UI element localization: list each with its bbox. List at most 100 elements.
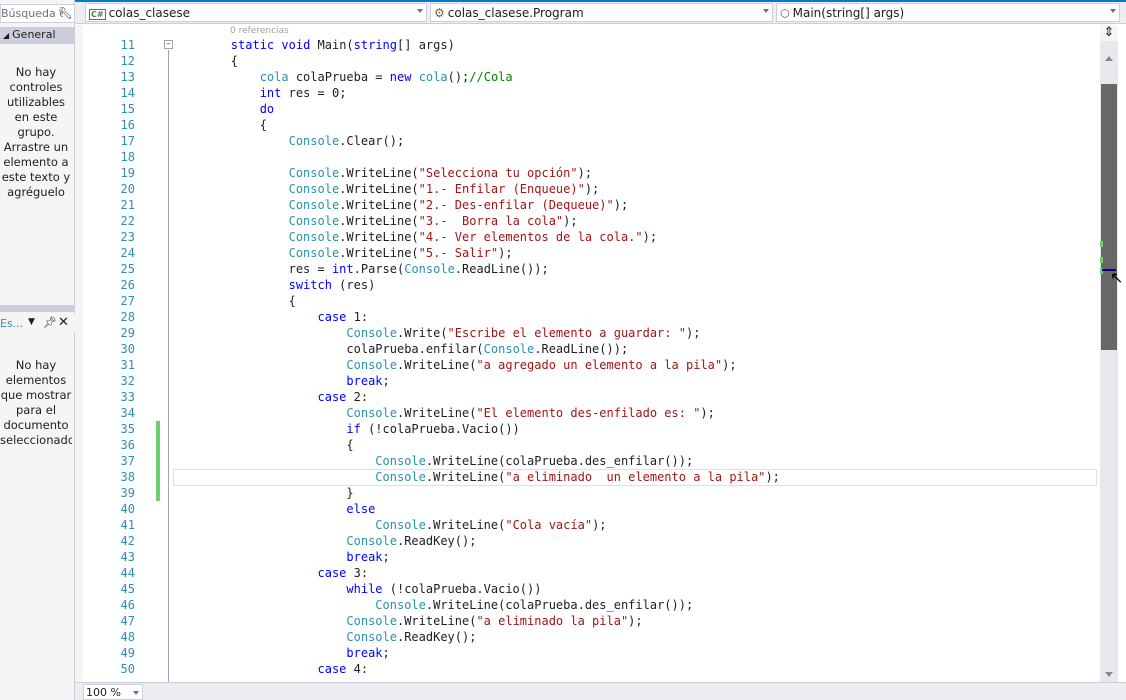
code-line[interactable]: 14 int res = 0;	[100, 85, 1100, 101]
code-line[interactable]: 23 Console.WriteLine("4.- Ver elementos …	[100, 229, 1100, 245]
code-line[interactable]: 40 else	[100, 501, 1100, 517]
code-text[interactable]: colaPrueba.enfilar(Console.ReadLine());	[173, 341, 628, 357]
code-line[interactable]: 36 {	[100, 437, 1100, 453]
member-dropdown[interactable]: ⬡ Main(string[] args)	[776, 3, 1120, 22]
code-line[interactable]: 32 break;	[100, 373, 1100, 389]
code-line[interactable]: 27 {	[100, 293, 1100, 309]
code-line[interactable]: 50 case 4:	[100, 661, 1100, 677]
code-line[interactable]: 39 }	[100, 485, 1100, 501]
code-text[interactable]: do	[173, 101, 274, 117]
code-text[interactable]: Console.WriteLine("1.- Enfilar (Enqueue)…	[173, 181, 600, 197]
code-text[interactable]: {	[173, 437, 353, 453]
code-text[interactable]: static void Main(string[] args)	[173, 37, 455, 53]
code-text[interactable]: Console.WriteLine("El elemento des-enfil…	[173, 405, 714, 421]
code-text[interactable]: Console.WriteLine("5.- Salir");	[173, 245, 513, 261]
code-line[interactable]: 46 Console.WriteLine(colaPrueba.des_enfi…	[100, 597, 1100, 613]
code-line[interactable]: 20 Console.WriteLine("1.- Enfilar (Enque…	[100, 181, 1100, 197]
code-text[interactable]: Console.ReadKey();	[173, 533, 476, 549]
code-text[interactable]: Console.WriteLine("3.- Borra la cola");	[173, 213, 578, 229]
close-icon[interactable]: ✕	[58, 315, 69, 330]
code-line[interactable]: 17 Console.Clear();	[100, 133, 1100, 149]
code-text[interactable]: else	[173, 501, 375, 517]
vertical-scrollbar[interactable]: ⇕	[1100, 25, 1118, 682]
code-line[interactable]: 24 Console.WriteLine("5.- Salir");	[100, 245, 1100, 261]
code-line[interactable]: 28 case 1:	[100, 309, 1100, 325]
code-text[interactable]: case 1:	[173, 309, 369, 325]
code-text[interactable]: break;	[173, 645, 389, 661]
code-text[interactable]: Console.WriteLine("a eliminado la pila")…	[173, 613, 642, 629]
code-text[interactable]: {	[173, 293, 296, 309]
code-line[interactable]: 11 static void Main(string[] args)	[100, 37, 1100, 53]
code-text[interactable]: cola colaPrueba = new cola();//Cola	[173, 69, 513, 85]
codelens-references[interactable]: 0 referencias	[230, 26, 289, 36]
code-line[interactable]: 48 Console.ReadKey();	[100, 629, 1100, 645]
scrollbar-thumb[interactable]	[1101, 84, 1117, 350]
code-line[interactable]: 12 {	[100, 53, 1100, 69]
code-line[interactable]: 13 cola colaPrueba = new cola();//Cola	[100, 69, 1100, 85]
split-window-icon[interactable]: ⇕	[1100, 25, 1118, 41]
code-line[interactable]: 29 Console.Write("Escribe el elemento a …	[100, 325, 1100, 341]
code-editor[interactable]: 0 referencias – 11 static void Main(stri…	[100, 25, 1100, 682]
toolbox-search-input[interactable]: Búsqueda e 🔧︎	[0, 4, 75, 23]
code-line[interactable]: 31 Console.WriteLine("a agregado un elem…	[100, 357, 1100, 373]
code-line[interactable]: 47 Console.WriteLine("a eliminado la pil…	[100, 613, 1100, 629]
toolbox-group-general[interactable]: ◢ General	[0, 27, 75, 44]
code-line[interactable]: 38 Console.WriteLine("a eliminado un ele…	[100, 469, 1100, 485]
code-line[interactable]: 25 res = int.Parse(Console.ReadLine());	[100, 261, 1100, 277]
code-text[interactable]: Console.Write("Escribe el elemento a gua…	[173, 325, 700, 341]
code-line[interactable]: 18	[100, 149, 1100, 165]
scroll-down-icon[interactable]	[1105, 672, 1113, 677]
code-text[interactable]: int res = 0;	[173, 85, 347, 101]
code-line[interactable]: 44 case 3:	[100, 565, 1100, 581]
code-text[interactable]: {	[173, 117, 267, 133]
code-text[interactable]: Console.WriteLine("a eliminado un elemen…	[173, 469, 780, 485]
code-line[interactable]: 45 while (!colaPrueba.Vacio())	[100, 581, 1100, 597]
chevron-down-icon[interactable]	[763, 9, 769, 13]
wrench-icon[interactable]: 🔧︎	[58, 6, 73, 20]
code-text[interactable]: Console.WriteLine("Cola vacía");	[173, 517, 606, 533]
code-text[interactable]: Console.WriteLine("Selecciona tu opción"…	[173, 165, 592, 181]
code-text[interactable]: res = int.Parse(Console.ReadLine());	[173, 261, 549, 277]
code-line[interactable]: 43 break;	[100, 549, 1100, 565]
chevron-down-icon[interactable]: ▼	[28, 317, 35, 327]
chevron-down-icon[interactable]	[417, 9, 423, 13]
panel-splitter[interactable]	[0, 305, 75, 312]
code-line[interactable]: 42 Console.ReadKey();	[100, 533, 1100, 549]
code-line[interactable]: 41 Console.WriteLine("Cola vacía");	[100, 517, 1100, 533]
code-line[interactable]: 33 case 2:	[100, 389, 1100, 405]
code-text[interactable]: case 3:	[173, 565, 369, 581]
code-text[interactable]: {	[173, 53, 238, 69]
code-line[interactable]: 49 break;	[100, 645, 1100, 661]
chevron-down-icon[interactable]	[133, 691, 139, 695]
code-line[interactable]: 15 do	[100, 101, 1100, 117]
code-text[interactable]: }	[173, 485, 353, 501]
code-text[interactable]: Console.WriteLine("a agregado un element…	[173, 357, 736, 373]
code-text[interactable]: Console.Clear();	[173, 133, 405, 149]
code-line[interactable]: 37 Console.WriteLine(colaPrueba.des_enfi…	[100, 453, 1100, 469]
code-line[interactable]: 21 Console.WriteLine("2.- Des-enfilar (D…	[100, 197, 1100, 213]
code-line[interactable]: 35 if (!colaPrueba.Vacio())	[100, 421, 1100, 437]
code-text[interactable]: if (!colaPrueba.Vacio())	[173, 421, 519, 437]
code-text[interactable]: switch (res)	[173, 277, 376, 293]
code-text[interactable]: break;	[173, 373, 389, 389]
code-text[interactable]: Console.ReadKey();	[173, 629, 476, 645]
pin-icon[interactable]: 📌︎	[43, 316, 57, 329]
code-line[interactable]: 16 {	[100, 117, 1100, 133]
code-text[interactable]: while (!colaPrueba.Vacio())	[173, 581, 541, 597]
code-line[interactable]: 34 Console.WriteLine("El elemento des-en…	[100, 405, 1100, 421]
code-text[interactable]: case 2:	[173, 389, 369, 405]
code-text[interactable]: Console.WriteLine(colaPrueba.des_enfilar…	[173, 597, 693, 613]
class-dropdown[interactable]: ⚙ colas_clasese.Program	[430, 3, 773, 22]
code-line[interactable]: 30 colaPrueba.enfilar(Console.ReadLine()…	[100, 341, 1100, 357]
code-text[interactable]: case 4:	[173, 661, 369, 677]
code-text[interactable]: Console.WriteLine("2.- Des-enfilar (Dequ…	[173, 197, 629, 213]
project-dropdown[interactable]: C# colas_clasese	[85, 3, 427, 22]
chevron-down-icon[interactable]	[1110, 9, 1116, 13]
scroll-up-icon[interactable]	[1105, 56, 1113, 61]
code-line[interactable]: 19 Console.WriteLine("Selecciona tu opci…	[100, 165, 1100, 181]
code-text[interactable]: Console.WriteLine(colaPrueba.des_enfilar…	[173, 453, 693, 469]
code-line[interactable]: 22 Console.WriteLine("3.- Borra la cola"…	[100, 213, 1100, 229]
code-text[interactable]: break;	[173, 549, 389, 565]
code-text[interactable]: Console.WriteLine("4.- Ver elementos de …	[173, 229, 657, 245]
code-line[interactable]: 26 switch (res)	[100, 277, 1100, 293]
